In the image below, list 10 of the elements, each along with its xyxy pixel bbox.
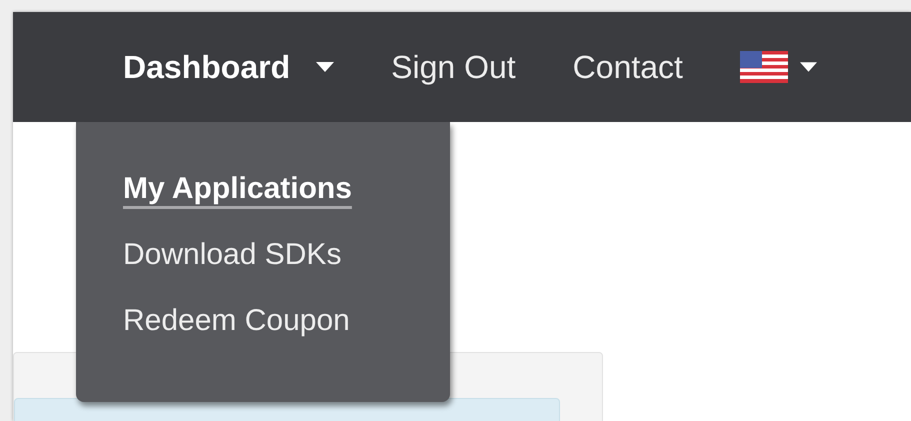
flag-icon: [740, 51, 788, 83]
menu-item[interactable]: My Applications: [123, 170, 352, 208]
menu-item[interactable]: Download SDKs: [123, 236, 342, 274]
menu-item[interactable]: Redeem Coupon: [123, 302, 350, 340]
caret-icon: [316, 62, 334, 72]
nav-link[interactable]: Dashboard: [123, 48, 334, 86]
language-button[interactable]: [740, 51, 817, 83]
nav-link[interactable]: Contact: [572, 48, 683, 86]
nav-link[interactable]: Sign Out: [391, 48, 516, 86]
caret-icon: [800, 62, 817, 72]
